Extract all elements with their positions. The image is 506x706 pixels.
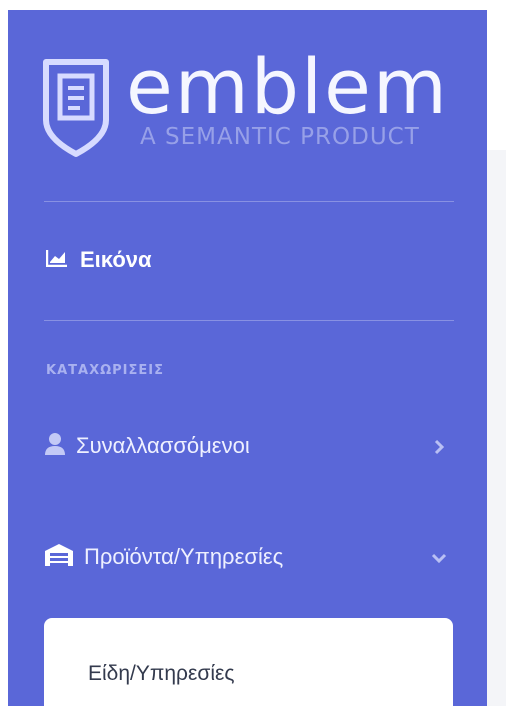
- chevron-right-icon: [428, 436, 450, 458]
- warehouse-icon: [44, 543, 74, 572]
- sidebar-item-products[interactable]: Προϊόντα/Υπηρεσίες: [44, 535, 454, 579]
- brand-tagline: A SEMANTIC PRODUCT: [140, 124, 420, 150]
- brand-logo[interactable]: emblem A SEMANTIC PRODUCT: [40, 42, 476, 164]
- divider: [44, 320, 454, 321]
- sidebar-item-dashboard[interactable]: Εικόνα: [45, 242, 152, 278]
- sidebar-item-label: Συναλλασσόμενοι: [76, 433, 250, 458]
- page: emblem A SEMANTIC PRODUCT Εικόνα ΚΑΤΑΧΩΡ…: [0, 0, 506, 706]
- brand-name: emblem: [126, 42, 449, 131]
- section-heading: ΚΑΤΑΧΩΡΙΣΕΙΣ: [46, 363, 164, 378]
- submenu-panel: Είδη/Υπηρεσίες: [44, 618, 453, 706]
- submenu-item-items-services[interactable]: Είδη/Υπηρεσίες: [88, 662, 234, 686]
- divider: [44, 201, 454, 202]
- main-content-area: [487, 150, 506, 706]
- sidebar: emblem A SEMANTIC PRODUCT Εικόνα ΚΑΤΑΧΩΡ…: [8, 10, 487, 706]
- sidebar-item-label: Προϊόντα/Υπηρεσίες: [84, 544, 284, 569]
- sidebar-item-label: Εικόνα: [80, 247, 152, 272]
- chevron-down-icon: [428, 547, 450, 569]
- sidebar-item-customers[interactable]: Συναλλασσόμενοι: [44, 424, 454, 468]
- chart-area-icon: [45, 249, 68, 272]
- user-icon: [44, 432, 66, 461]
- emblem-shield-icon: [40, 58, 112, 158]
